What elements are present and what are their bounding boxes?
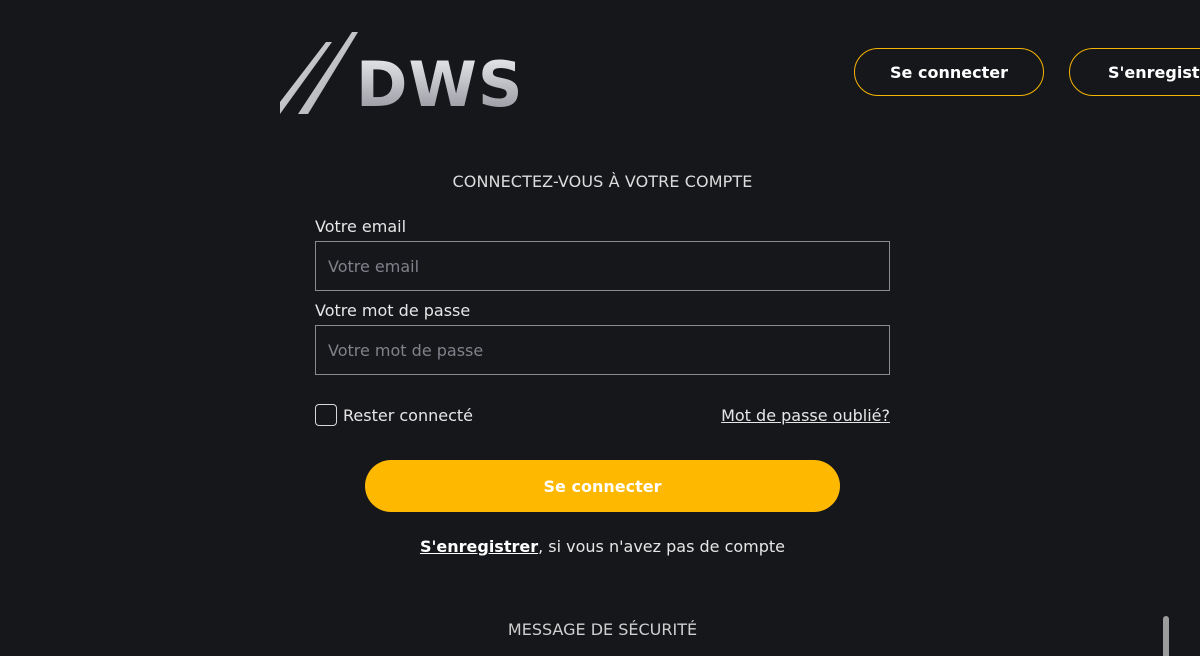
register-prompt: S'enregistrer, si vous n'avez pas de com…	[315, 537, 890, 556]
login-page: DWS Se connecter S'enregistrer CONNECTEZ…	[0, 0, 1200, 656]
forgot-password-link[interactable]: Mot de passe oublié?	[721, 406, 890, 425]
security-message-title: MESSAGE DE SÉCURITÉ	[507, 620, 698, 639]
form-title: CONNECTEZ-VOUS À VOTRE COMPTE	[452, 172, 753, 191]
password-label: Votre mot de passe	[315, 301, 471, 320]
password-input[interactable]	[315, 325, 890, 375]
dws-logo: DWS	[280, 32, 524, 120]
logo-text: DWS	[356, 48, 524, 120]
remember-me-label: Rester connecté	[343, 405, 473, 425]
remember-me-checkbox[interactable]	[315, 404, 337, 426]
email-input[interactable]	[315, 241, 890, 291]
page-scrollbar[interactable]	[1163, 616, 1169, 656]
email-label: Votre email	[315, 217, 407, 236]
register-link[interactable]: S'enregistrer	[420, 537, 538, 556]
remember-me-option[interactable]: Rester connecté	[315, 404, 473, 426]
header-register-button[interactable]: S'enregistrer	[1069, 48, 1200, 96]
register-prompt-suffix: , si vous n'avez pas de compte	[538, 537, 786, 556]
login-submit-button[interactable]: Se connecter	[365, 460, 840, 512]
header-login-button[interactable]: Se connecter	[854, 48, 1044, 96]
